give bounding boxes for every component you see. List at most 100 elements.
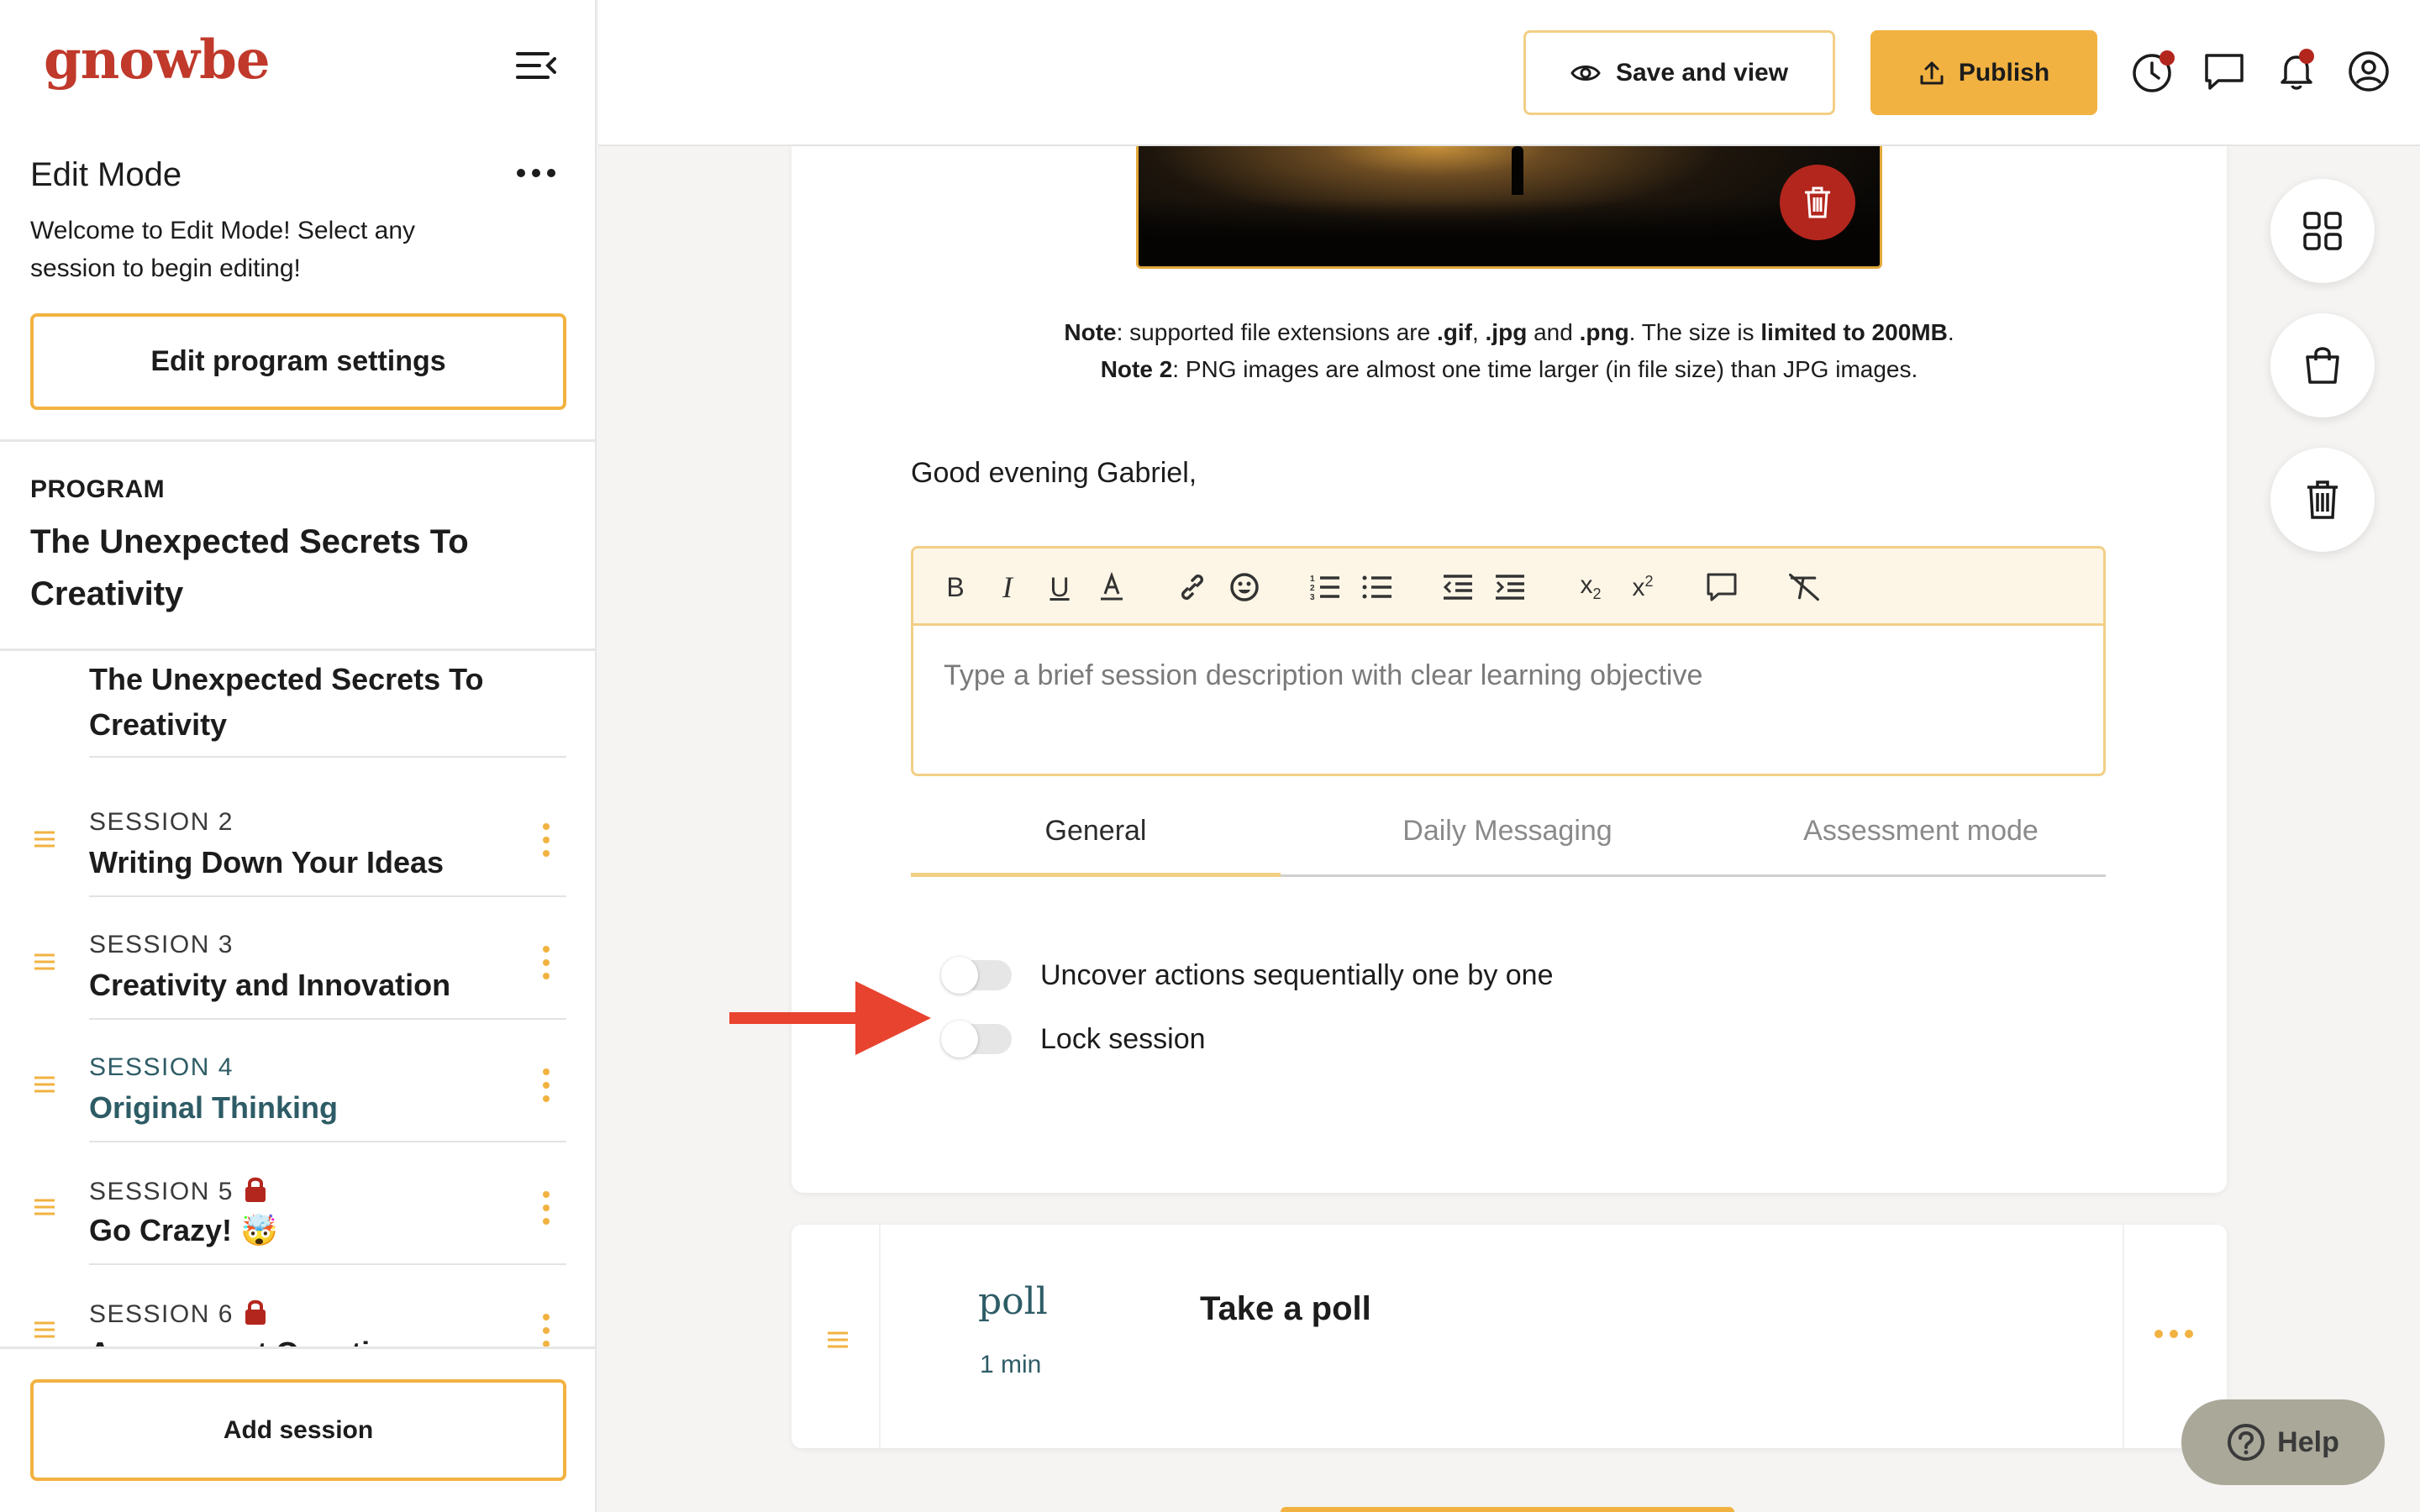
- image-silhouette: [1139, 199, 1880, 266]
- session-more-icon[interactable]: [538, 1312, 555, 1349]
- shopping-bag-icon: [2306, 347, 2339, 384]
- session-label: SESSION 3: [89, 931, 234, 959]
- upload-icon: [1920, 61, 1944, 84]
- poll-type-label: poll: [978, 1280, 1048, 1323]
- session-label: SESSION 5: [89, 1176, 267, 1206]
- program-name[interactable]: The Unexpected Secrets To Creativity: [30, 516, 534, 620]
- session-more-icon[interactable]: [538, 944, 555, 981]
- session-item-4[interactable]: SESSION 4 Original Thinking: [0, 1020, 595, 1142]
- session-title: Original Thinking: [89, 1090, 338, 1125]
- session-title: Go Crazy! 🤯: [89, 1213, 278, 1247]
- tab-daily-messaging[interactable]: Daily Messaging: [1323, 810, 1692, 877]
- account-icon[interactable]: [2346, 49, 2391, 94]
- session-item-3[interactable]: SESSION 3 Creativity and Innovation: [0, 897, 595, 1020]
- session-number: SESSION 5: [89, 1178, 234, 1205]
- emoji-icon[interactable]: [1228, 570, 1261, 604]
- sidebar-divider: [0, 439, 595, 442]
- outdent-icon[interactable]: [1441, 570, 1475, 604]
- session-label: SESSION 4: [89, 1053, 234, 1082]
- bullet-list-icon[interactable]: [1360, 570, 1394, 604]
- link-icon[interactable]: [1176, 570, 1209, 604]
- underline-button[interactable]: U: [1043, 570, 1076, 604]
- help-icon: [2228, 1424, 2265, 1461]
- delete-image-button[interactable]: [1780, 165, 1855, 240]
- card-edge: [879, 1225, 881, 1448]
- bell-icon[interactable]: [2274, 49, 2319, 94]
- trash-button[interactable]: [2270, 448, 2375, 552]
- save-and-view-button[interactable]: Save and view: [1523, 30, 1835, 115]
- add-session-button[interactable]: Add session: [30, 1379, 566, 1481]
- tab-assessment-mode[interactable]: Assessment mode: [1736, 810, 2106, 877]
- toggle-row-sequential: Uncover actions sequentially one by one: [941, 954, 1554, 996]
- grid-icon: [2303, 212, 2342, 250]
- superscript-button[interactable]: x2: [1626, 570, 1660, 604]
- poll-more-icon[interactable]: [2153, 1324, 2195, 1344]
- sidebar-divider: [0, 648, 595, 651]
- session-cover-image: [1136, 146, 1882, 269]
- drag-handle-icon[interactable]: [34, 1075, 55, 1094]
- lock-session-label: Lock session: [1040, 1022, 1206, 1055]
- session-more-icon[interactable]: [538, 1067, 555, 1104]
- drag-handle-icon[interactable]: [827, 1331, 849, 1349]
- edit-mode-more-icon[interactable]: [514, 156, 558, 190]
- session-number: SESSION 3: [89, 931, 234, 958]
- session-editor-card: Note: supported file extensions are .gif…: [792, 146, 2227, 1193]
- bold-button[interactable]: B: [939, 570, 972, 604]
- session-description-placeholder[interactable]: Type a brief session description with cl…: [944, 659, 1702, 692]
- eye-icon: [1570, 65, 1601, 81]
- session-item-5[interactable]: SESSION 5 Go Crazy! 🤯: [0, 1142, 595, 1265]
- session-number: SESSION 4: [89, 1053, 234, 1081]
- indent-icon[interactable]: [1493, 570, 1527, 604]
- session-item-6[interactable]: SESSION 6Assessment Questions: [0, 1265, 595, 1349]
- sidebar-footer: Add session: [0, 1347, 595, 1512]
- toggle-row-lock: Lock session: [941, 1018, 1206, 1060]
- drag-handle-icon[interactable]: [34, 1320, 55, 1339]
- uncover-sequential-toggle[interactable]: [941, 957, 1012, 994]
- drag-handle-icon[interactable]: [34, 1198, 55, 1216]
- session-item-2[interactable]: SESSION 2 Writing Down Your Ideas: [0, 774, 595, 897]
- annotation-arrow-icon: [729, 981, 931, 1055]
- image-figure: [1512, 146, 1523, 195]
- subscript-button[interactable]: x2: [1574, 570, 1607, 604]
- poll-card[interactable]: poll 1 min Take a poll: [792, 1225, 2227, 1448]
- session-number: SESSION 6: [89, 1300, 234, 1328]
- drag-handle-icon[interactable]: [34, 830, 55, 848]
- greeting-text: Good evening Gabriel,: [911, 457, 1197, 489]
- publish-button[interactable]: Publish: [1870, 30, 2097, 115]
- help-label: Help: [2277, 1425, 2339, 1458]
- session-number: SESSION 2: [89, 808, 234, 836]
- clear-format-icon[interactable]: [1787, 570, 1821, 604]
- svg-text:2: 2: [1310, 584, 1315, 593]
- session-item-1[interactable]: The Unexpected Secrets To Creativity: [89, 652, 566, 758]
- drag-handle-icon[interactable]: [34, 953, 55, 971]
- uncover-sequential-label: Uncover actions sequentially one by one: [1040, 958, 1554, 991]
- history-icon[interactable]: [2129, 49, 2175, 94]
- poll-title[interactable]: Take a poll: [1200, 1290, 1371, 1328]
- svg-text:3: 3: [1310, 593, 1315, 602]
- session-more-icon[interactable]: [538, 1189, 555, 1226]
- shopping-bag-button[interactable]: [2270, 313, 2375, 417]
- program-label: PROGRAM: [30, 475, 166, 503]
- session-list: The Unexpected Secrets To Creativity SES…: [0, 652, 595, 1349]
- font-color-button[interactable]: [1095, 570, 1128, 604]
- poll-duration: 1 min: [980, 1351, 1042, 1378]
- session-description-editor[interactable]: B I U 123 x2 x2 Type a brief session des…: [911, 546, 2106, 776]
- edit-program-settings-button[interactable]: Edit program settings: [30, 313, 566, 410]
- collapse-sidebar-icon[interactable]: [514, 49, 558, 82]
- tab-general[interactable]: General: [911, 810, 1281, 877]
- chat-icon[interactable]: [2202, 49, 2247, 94]
- comment-icon[interactable]: [1705, 570, 1739, 604]
- trash-icon: [1805, 186, 1830, 218]
- help-button[interactable]: Help: [2181, 1399, 2385, 1485]
- ordered-list-icon[interactable]: 123: [1308, 570, 1342, 604]
- italic-button[interactable]: I: [991, 570, 1024, 604]
- lock-icon: [244, 1176, 267, 1203]
- session-more-icon[interactable]: [538, 822, 555, 858]
- sidebar: gnowbe Edit Mode Welcome to Edit Mode! S…: [0, 0, 597, 1512]
- gnowbe-logo[interactable]: gnowbe: [44, 29, 271, 92]
- edit-mode-title: Edit Mode: [30, 156, 182, 193]
- file-note: Note: supported file extensions are .gif…: [1064, 319, 1954, 345]
- editor-toolbar: B I U 123 x2 x2: [913, 549, 2103, 626]
- grid-view-button[interactable]: [2270, 179, 2375, 283]
- lock-session-toggle[interactable]: [941, 1021, 1012, 1058]
